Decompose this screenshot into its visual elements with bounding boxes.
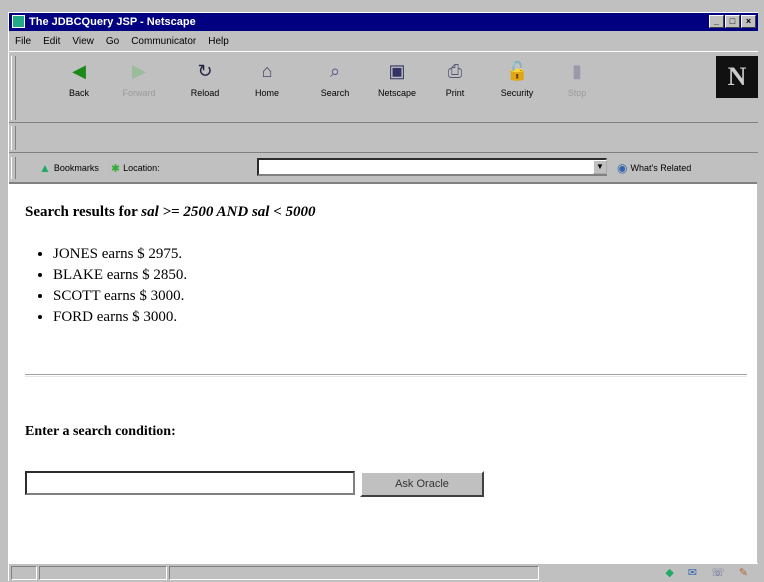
menu-view[interactable]: View [66, 36, 100, 47]
location-toolbar: ▲ Bookmarks ✱ Location: ▼ ◉ What's Relat… [9, 154, 758, 182]
search-button[interactable]: ⌕ Search [309, 58, 361, 104]
component-bar: ◆ ✉ ☏ ✎ [665, 566, 748, 579]
stop-label: Stop [567, 88, 587, 98]
horizontal-rule [25, 374, 747, 377]
menu-bar: File Edit View Go Communicator Help [9, 32, 758, 50]
navigation-toolbar: ◀ Back ▶ Forward ↻ Reload ⌂ Home ⌕ Searc… [9, 51, 758, 123]
location-toolbar-grip[interactable] [11, 157, 16, 179]
search-label: Search [320, 88, 350, 98]
composer-icon[interactable]: ✎ [739, 566, 748, 579]
netscape-logo: N [716, 56, 758, 98]
whats-related-icon: ◉ [617, 161, 628, 175]
whats-related-label: What's Related [630, 163, 692, 173]
close-button[interactable]: × [741, 15, 756, 28]
heading-prefix: Search results for [25, 204, 142, 220]
reload-icon: ↻ [197, 61, 213, 81]
app-icon [12, 15, 25, 28]
location-input[interactable] [257, 158, 607, 176]
location-icon: ✱ [110, 162, 121, 175]
reload-label: Reload [190, 88, 220, 98]
stop-icon: ▮ [572, 61, 582, 81]
chevron-down-icon: ▼ [596, 162, 604, 171]
location-label-area: ✱ Location: [111, 162, 160, 175]
stop-button[interactable]: ▮ Stop [551, 58, 603, 104]
back-arrow-icon: ◀ [72, 61, 86, 81]
toolbar-grip[interactable] [11, 56, 16, 120]
home-button[interactable]: ⌂ Home [241, 58, 293, 104]
search-prompt: Enter a search condition: [25, 424, 176, 439]
bookmarks-label: Bookmarks [53, 163, 99, 173]
back-label: Back [68, 88, 89, 98]
forward-arrow-icon: ▶ [132, 61, 146, 81]
progress-segment [39, 566, 167, 580]
location-label: Location: [123, 163, 160, 173]
status-text-segment [169, 566, 539, 580]
maximize-button[interactable]: □ [725, 15, 740, 28]
result-item: JONES earns $ 2975. [53, 246, 187, 263]
location-dropdown-button[interactable]: ▼ [593, 160, 607, 174]
page-content: Search results for sal >= 2500 AND sal <… [9, 182, 757, 563]
search-icon: ⌕ [329, 61, 341, 81]
result-item: BLAKE earns $ 2850. [53, 267, 187, 284]
menu-edit[interactable]: Edit [37, 36, 66, 47]
menu-help[interactable]: Help [202, 36, 235, 47]
reload-button[interactable]: ↻ Reload [179, 58, 231, 104]
netscape-icon: ▣ [388, 61, 406, 81]
discussion-icon[interactable]: ☏ [711, 566, 725, 579]
ask-oracle-button[interactable]: Ask Oracle [360, 471, 484, 497]
status-bar: ◆ ✉ ☏ ✎ [9, 563, 758, 582]
mail-icon[interactable]: ✉ [688, 566, 697, 579]
navigator-icon[interactable]: ◆ [665, 566, 673, 579]
search-condition-input[interactable] [25, 471, 355, 495]
home-icon: ⌂ [261, 61, 273, 81]
bookmarks-icon: ▲ [39, 161, 51, 175]
forward-button[interactable]: ▶ Forward [113, 58, 165, 104]
results-list: JONES earns $ 2975. BLAKE earns $ 2850. … [31, 246, 187, 330]
security-label: Security [500, 88, 534, 98]
result-item: SCOTT earns $ 3000. [53, 288, 187, 305]
personal-toolbar-grip[interactable] [11, 126, 16, 150]
heading-query: sal >= 2500 AND sal < 5000 [141, 204, 316, 220]
print-button[interactable]: ⎙ Print [429, 58, 481, 104]
netscape-button[interactable]: ▣ Netscape [371, 58, 423, 104]
back-button[interactable]: ◀ Back [53, 58, 105, 104]
title-bar[interactable]: The JDBCQuery JSP - Netscape _ □ × [9, 13, 758, 31]
forward-label: Forward [122, 88, 156, 98]
menu-communicator[interactable]: Communicator [125, 36, 202, 47]
security-lock-icon: 🔓 [506, 61, 529, 81]
result-item: FORD earns $ 3000. [53, 309, 187, 326]
window-title: The JDBCQuery JSP - Netscape [29, 16, 196, 28]
home-label: Home [254, 88, 279, 98]
print-icon: ⎙ [447, 61, 463, 81]
personal-toolbar [9, 123, 758, 153]
print-label: Print [445, 88, 465, 98]
whats-related-button[interactable]: ◉ What's Related [617, 161, 691, 175]
browser-window: The JDBCQuery JSP - Netscape _ □ × File … [8, 12, 758, 581]
bookmarks-button[interactable]: ▲ Bookmarks [39, 161, 99, 175]
menu-file[interactable]: File [9, 36, 37, 47]
security-button[interactable]: 🔓 Security [491, 58, 543, 104]
results-heading: Search results for sal >= 2500 AND sal <… [25, 204, 316, 221]
menu-go[interactable]: Go [100, 36, 125, 47]
security-status-icon[interactable] [11, 566, 37, 580]
netscape-label: Netscape [377, 88, 417, 98]
minimize-button[interactable]: _ [709, 15, 724, 28]
